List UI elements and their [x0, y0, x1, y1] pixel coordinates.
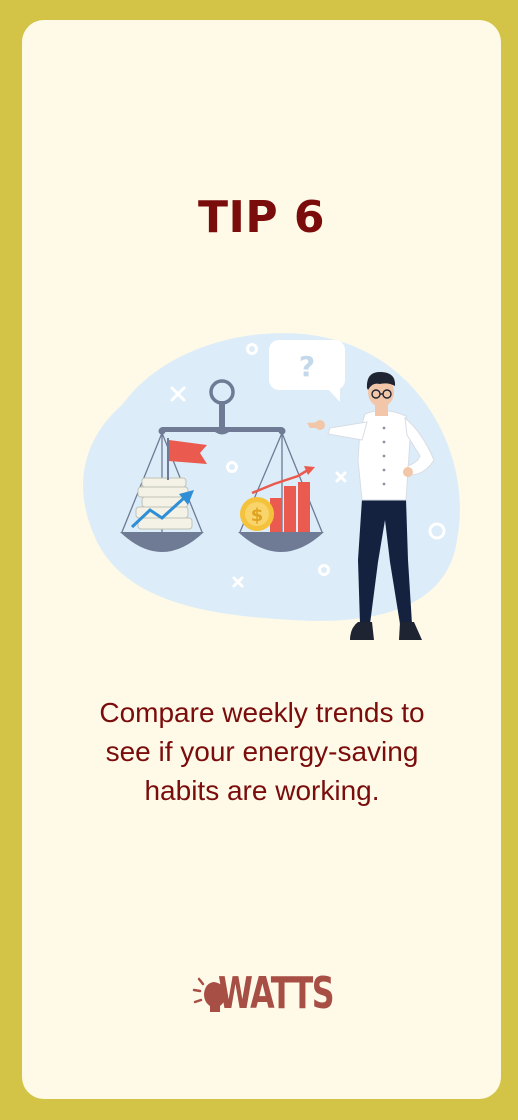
svg-text:?: ? — [299, 350, 315, 383]
tip-text: Compare weekly trends to see if your ene… — [99, 697, 425, 806]
tip-title: TIP 6 — [197, 192, 326, 243]
brand-name: WATTS — [218, 968, 335, 1019]
svg-text:$: $ — [251, 505, 264, 526]
balance-scale-illustration: ? $ — [83, 333, 460, 640]
tip-card: TIP 6 ? $ Compare weekly trends to see i… — [22, 20, 501, 1099]
watts-logo: WATTS — [192, 966, 335, 1026]
